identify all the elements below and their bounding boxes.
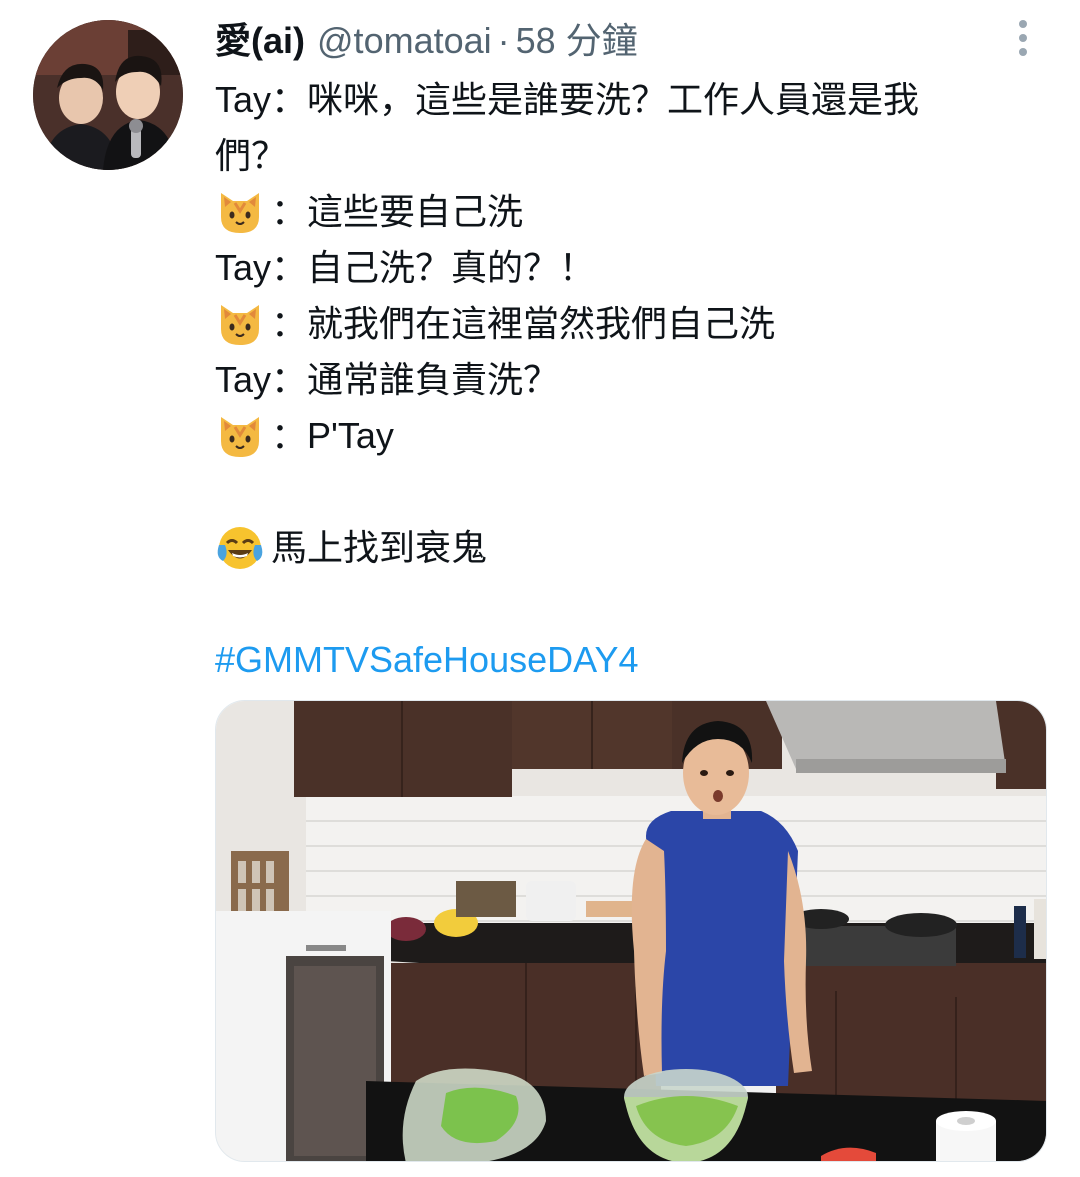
more-options-icon[interactable]: [1008, 18, 1038, 58]
text-line-content: ：P'Tay: [271, 415, 394, 456]
text-line: #GMMTVSafeHouseDAY4: [215, 632, 1045, 688]
text-line-content: ：就我們在這裡當然我們自己洗: [271, 303, 776, 344]
hashtag-link[interactable]: #GMMTVSafeHouseDAY4: [215, 632, 639, 688]
text-line-content: Tay：咪咪，這些是誰要洗？工作人員還是我: [215, 79, 920, 120]
user-handle[interactable]: @tomatoai: [317, 16, 492, 66]
display-name[interactable]: 愛(ai): [215, 16, 305, 66]
text-line-content: 們？: [215, 135, 288, 176]
text-line: ：P'Tay: [215, 408, 1045, 464]
text-line-content: 馬上找到衰鬼: [271, 527, 488, 568]
avatar[interactable]: [33, 20, 183, 170]
tweet-header: 愛(ai) @tomatoai · 58 分鐘: [215, 16, 638, 66]
text-line-content: Tay：通常誰負責洗？: [215, 359, 560, 400]
text-line: 馬上找到衰鬼: [215, 520, 1045, 576]
tweet-text: Tay：咪咪，這些是誰要洗？工作人員還是我 們？ ：這些要自己洗 Tay：自己洗…: [215, 72, 1045, 688]
text-line: ：這些要自己洗: [215, 184, 1045, 240]
text-line: Tay：咪咪，這些是誰要洗？工作人員還是我: [215, 72, 1045, 128]
face-with-tears-of-joy-icon: [217, 527, 263, 569]
text-line: Tay：自己洗？真的？！: [215, 240, 1045, 296]
media-thumbnail[interactable]: [215, 700, 1047, 1162]
separator: ·: [497, 20, 510, 61]
text-line-content: ：這些要自己洗: [271, 191, 524, 232]
cat-face-icon: [221, 417, 259, 457]
text-line: ：就我們在這裡當然我們自己洗: [215, 296, 1045, 352]
cat-face-icon: [221, 305, 259, 345]
cat-face-icon: [221, 193, 259, 233]
text-line-content: Tay：自己洗？真的？！: [215, 247, 596, 288]
text-line: Tay：通常誰負責洗？: [215, 352, 1045, 408]
timestamp[interactable]: 58 分鐘: [516, 16, 638, 66]
text-line: 們？: [215, 128, 1045, 184]
